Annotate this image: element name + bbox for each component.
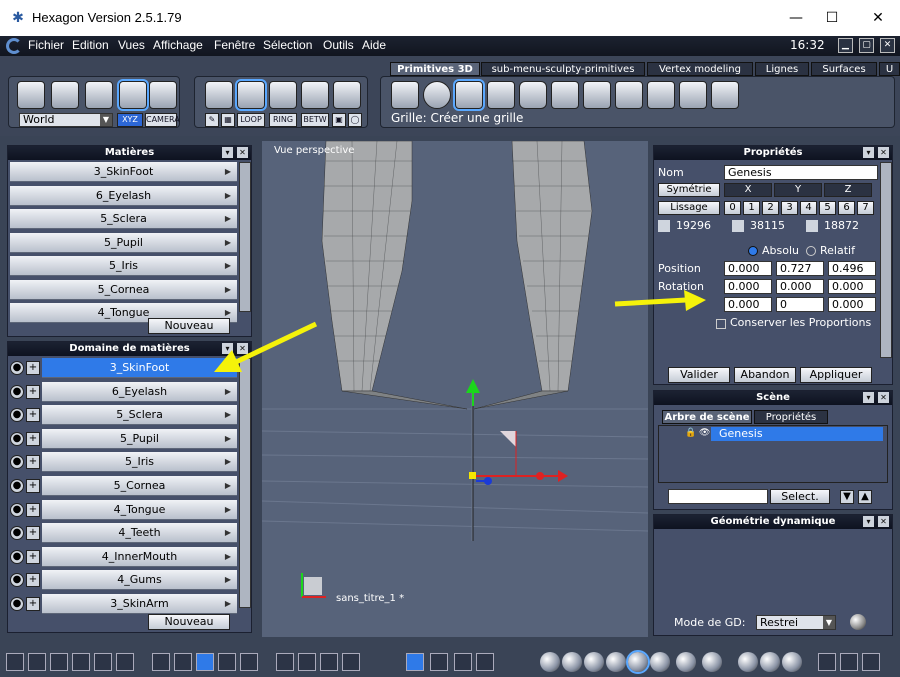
- layout-5-icon[interactable]: [94, 653, 112, 671]
- layout-6-icon[interactable]: [116, 653, 134, 671]
- layout-3-icon[interactable]: [50, 653, 68, 671]
- white-sphere-icon[interactable]: [702, 652, 722, 672]
- pan-icon[interactable]: [298, 653, 316, 671]
- move-gizmo-icon[interactable]: [406, 653, 424, 671]
- textured-sphere-icon[interactable]: [626, 650, 650, 674]
- smooth-sphere-icon[interactable]: [606, 652, 626, 672]
- scale-gizmo-icon[interactable]: [454, 653, 472, 671]
- settings-icon[interactable]: [818, 653, 836, 671]
- zoom-extents-icon[interactable]: [276, 653, 294, 671]
- flat-sphere-icon[interactable]: [584, 652, 604, 672]
- grid-red-icon[interactable]: [218, 653, 236, 671]
- grid-sphere-icon[interactable]: [562, 652, 582, 672]
- camera-view-icon[interactable]: [840, 653, 858, 671]
- layout-1-icon[interactable]: [6, 653, 24, 671]
- paint-icon[interactable]: [174, 653, 192, 671]
- wire-sphere-icon[interactable]: [540, 652, 560, 672]
- shaded-sphere-icon[interactable]: [650, 652, 670, 672]
- arrow-to-scale-line: [614, 297, 687, 307]
- render-2-icon[interactable]: [760, 652, 780, 672]
- bottom-toolbar: [0, 645, 900, 677]
- rotate-gizmo-icon[interactable]: [430, 653, 448, 671]
- book-icon[interactable]: [862, 653, 880, 671]
- annotation-arrows: [214, 290, 706, 372]
- eye-view-icon[interactable]: [342, 653, 360, 671]
- layout-2-icon[interactable]: [28, 653, 46, 671]
- render-3-icon[interactable]: [782, 652, 802, 672]
- layout-4-icon[interactable]: [72, 653, 90, 671]
- arrow-to-scale-head: [684, 290, 706, 311]
- grid-toggle-icon[interactable]: [196, 653, 214, 671]
- grid-green-icon[interactable]: [240, 653, 258, 671]
- arrow-to-material-line: [234, 321, 318, 365]
- grey-sphere-icon[interactable]: [676, 652, 696, 672]
- grid-view-icon[interactable]: [152, 653, 170, 671]
- zoom-icon[interactable]: [320, 653, 338, 671]
- universal-gizmo-icon[interactable]: [476, 653, 494, 671]
- render-1-icon[interactable]: [738, 652, 758, 672]
